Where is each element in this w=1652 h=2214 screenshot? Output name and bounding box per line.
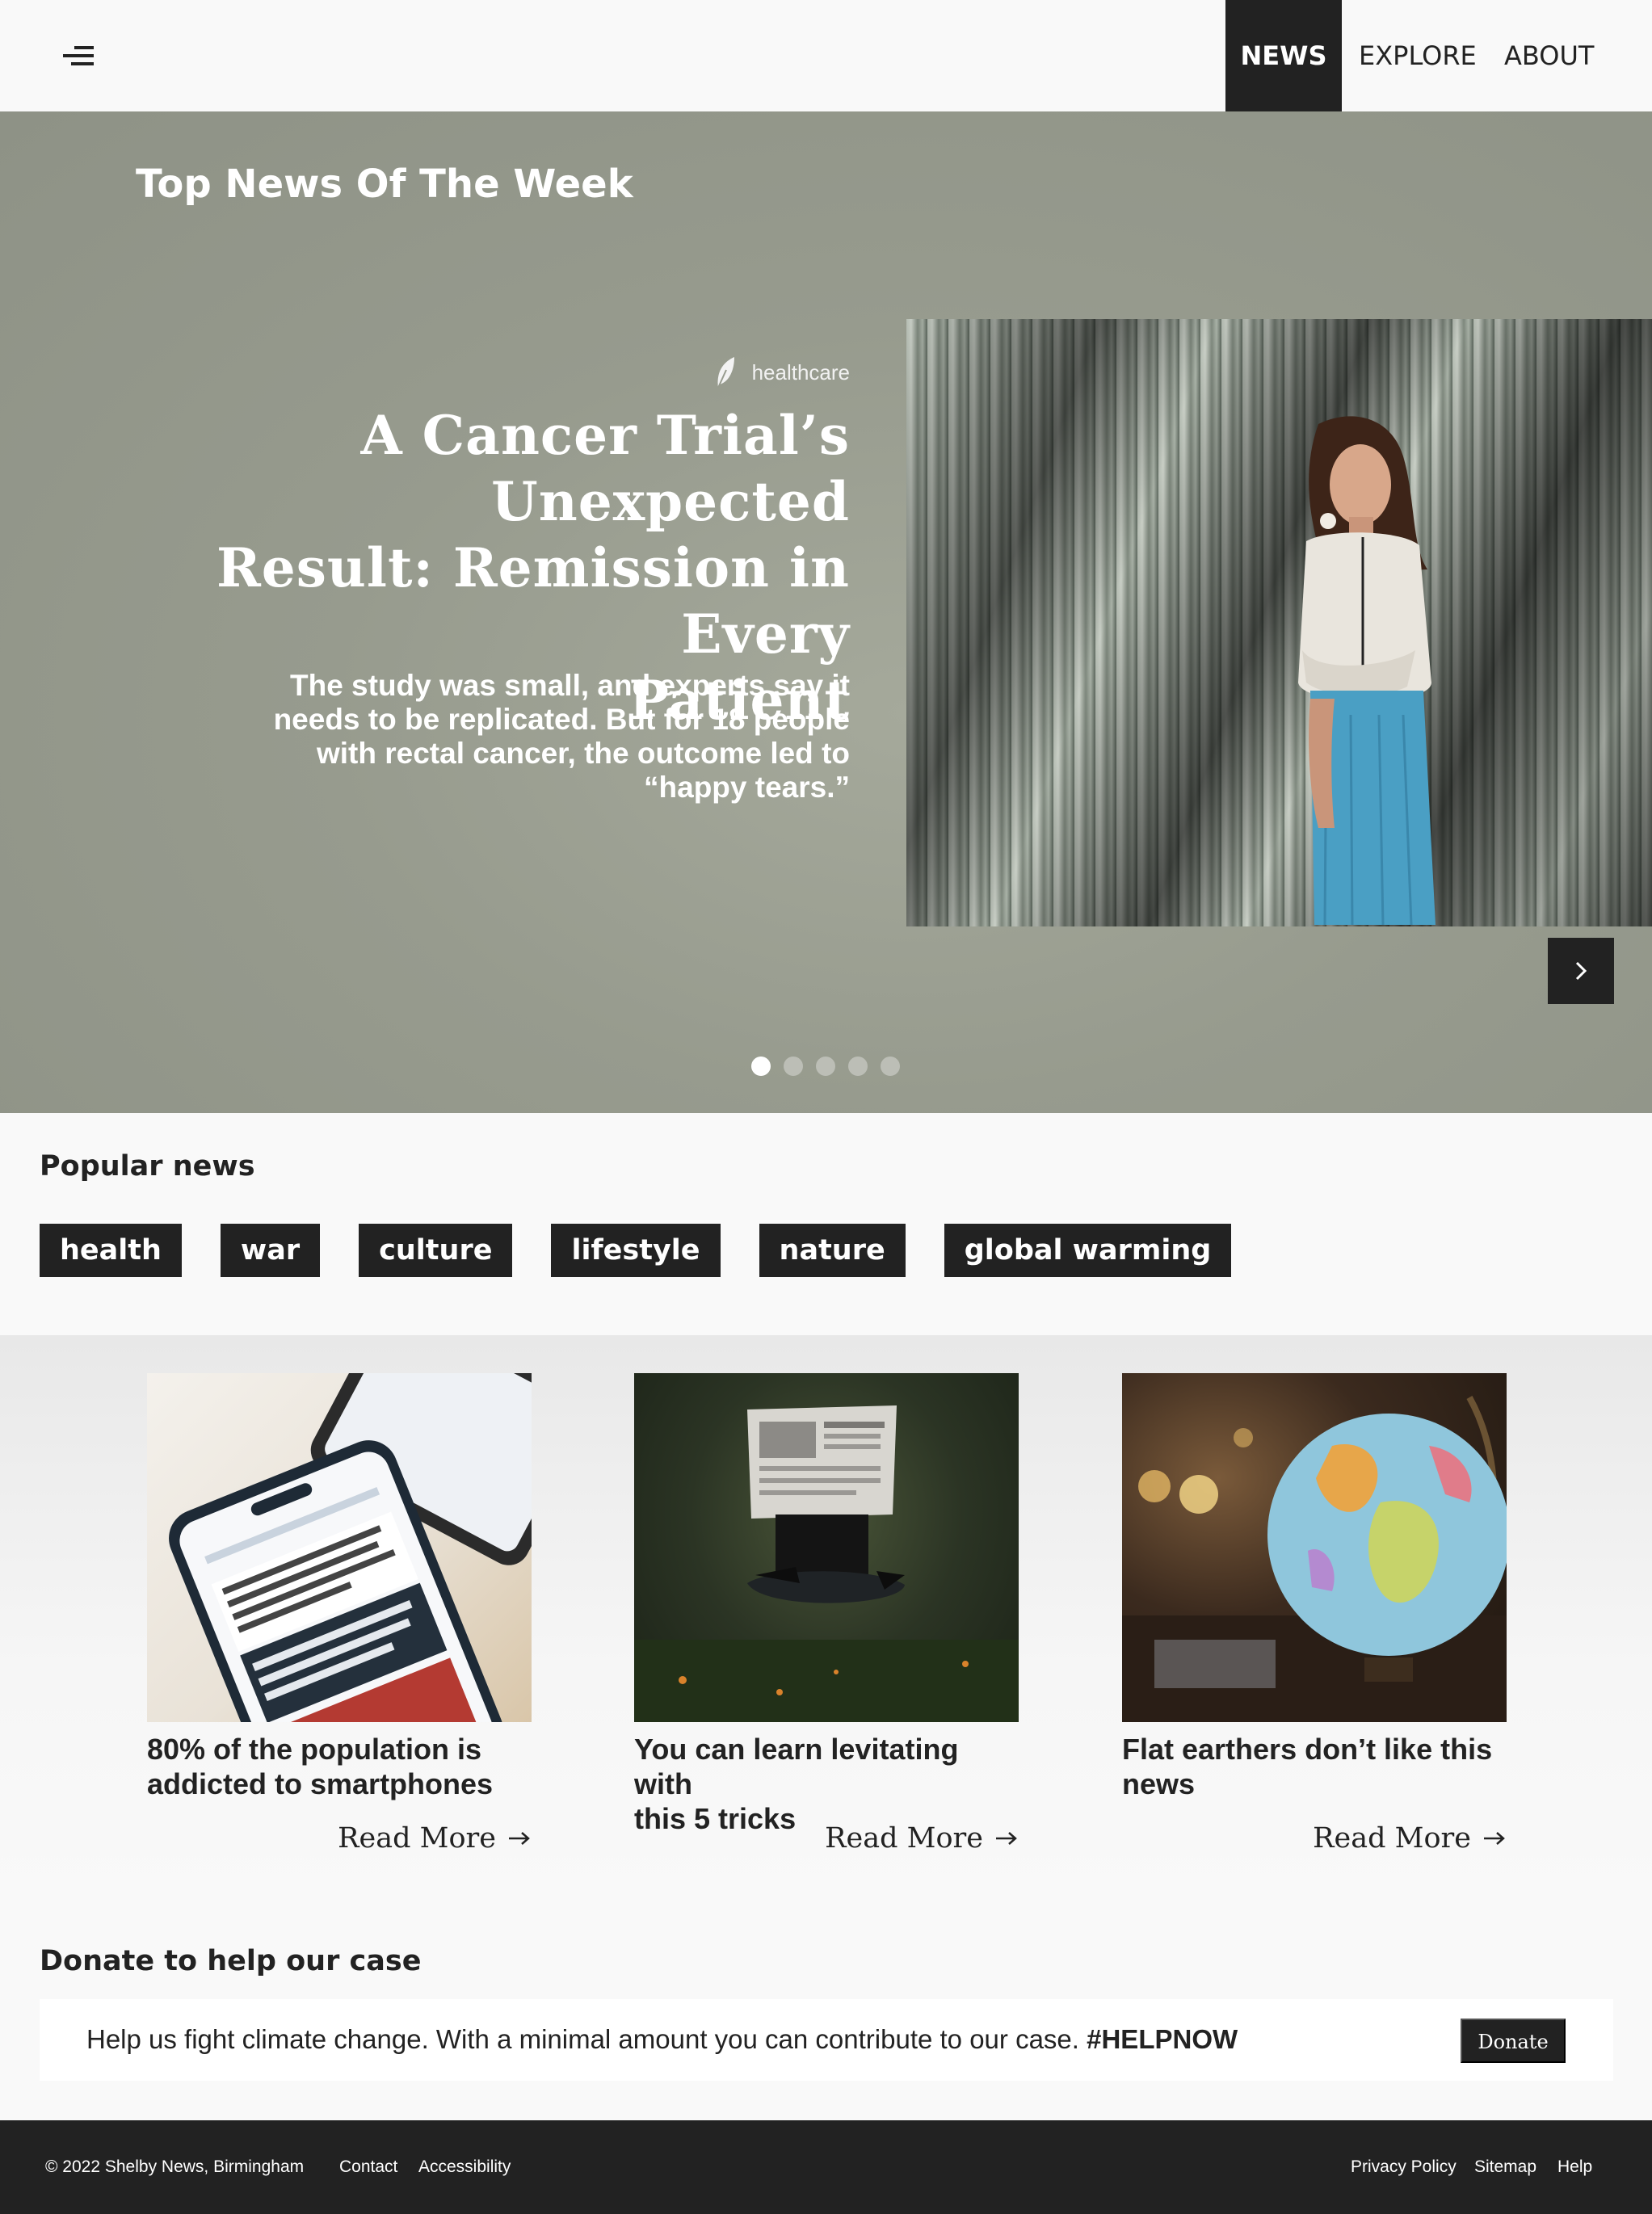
arrow-right-icon [1484,1832,1505,1845]
read-more-label: Read More [825,1822,983,1855]
hero-headline-line: A Cancer Trial’s Unexpected [360,404,850,533]
read-more-label: Read More [1313,1822,1471,1855]
popular-tags: health war culture lifestyle nature glob… [40,1224,1232,1277]
hero-summary: The study was small, and experts say it … [242,669,850,805]
hero-headline-line: Result: Remission in Every [216,536,850,666]
hero-category[interactable]: healthcare [715,355,850,389]
footer-copyright: © 2022 Shelby News, Birmingham [45,2157,305,2176]
top-navigation: NEWS EXPLORE ABOUT [0,0,1652,111]
arrow-right-icon [996,1832,1017,1845]
nav-item-news[interactable]: NEWS [1225,0,1342,111]
tag-war[interactable]: war [220,1224,321,1277]
tag-nature[interactable]: nature [759,1224,906,1277]
tag-global-warming[interactable]: global warming [944,1224,1232,1277]
hero-summary-line: with rectal cancer, the outcome led to [316,737,850,770]
article-title-line: Flat earthers don’t like this [1122,1733,1493,1766]
footer-link-privacy-policy[interactable]: Privacy Policy [1351,2157,1457,2177]
globe-image[interactable] [1122,1373,1507,1722]
tag-health[interactable]: health [40,1224,182,1277]
donate-hashtag: #HELPNOW [1087,2024,1238,2054]
footer-link-accessibility[interactable]: Accessibility [418,2157,511,2177]
article-title-line: You can learn levitating with [634,1733,959,1800]
hamburger-menu-icon[interactable] [61,44,94,67]
read-more-link[interactable]: Read More [338,1822,532,1855]
footer-link-sitemap[interactable]: Sitemap [1474,2157,1536,2177]
article-card: You can learn levitating with this 5 tri… [634,1373,1019,1855]
donate-button[interactable]: Donate [1461,2019,1566,2063]
chevron-right-icon [1575,961,1587,981]
hero-summary-line: The study was small, and experts say it [290,669,850,702]
donate-banner: Help us fight climate change. With a min… [40,1999,1613,2081]
tag-lifestyle[interactable]: lifestyle [551,1224,721,1277]
article-title-line: 80% of the population is [147,1733,482,1766]
footer-link-help[interactable]: Help [1557,2157,1592,2177]
hero-image[interactable] [906,319,1652,926]
carousel-pagination [751,1057,900,1076]
carousel-dot[interactable] [881,1057,900,1076]
read-more-link[interactable]: Read More [825,1822,1019,1855]
article-card: Flat earthers don’t like this news Read … [1122,1373,1507,1855]
leaf-icon [717,357,734,389]
donate-message-text: Help us fight climate change. With a min… [86,2024,1079,2054]
carousel-dot[interactable] [816,1057,835,1076]
hero-carousel: Top News Of The Week healthcare A Cancer… [0,111,1652,1113]
hero-category-label: healthcare [751,359,850,384]
carousel-dot[interactable] [751,1057,771,1076]
article-title-line: this 5 tricks [634,1802,797,1835]
article-title-line: addicted to smartphones [147,1767,494,1800]
hero-section-title: Top News Of The Week [136,162,633,207]
hero-summary-line: “happy tears.” [644,771,850,804]
footer: © 2022 Shelby News, Birmingham Contact A… [0,2120,1652,2214]
article-title[interactable]: 80% of the population is addicted to sma… [147,1732,532,1801]
nav-item-about[interactable]: ABOUT [1504,0,1594,111]
smartphone-image[interactable] [147,1373,532,1722]
article-title[interactable]: You can learn levitating with this 5 tri… [634,1732,1019,1836]
donate-message: Help us fight climate change. With a min… [86,2024,1238,2055]
nav-item-explore[interactable]: EXPLORE [1359,0,1477,111]
arrow-right-icon [509,1832,530,1845]
carousel-next-button[interactable] [1548,938,1614,1004]
levitating-reader-illustration [634,1405,1019,1722]
read-more-link[interactable]: Read More [1313,1822,1507,1855]
tag-culture[interactable]: culture [359,1224,513,1277]
globe-illustration [1122,1396,1507,1722]
article-title-line: news [1122,1767,1196,1800]
hero-summary-line: needs to be replicated. But for 18 peopl… [273,703,850,736]
carousel-dot[interactable] [848,1057,868,1076]
popular-news-heading: Popular news [40,1150,255,1183]
read-more-label: Read More [338,1822,496,1855]
carousel-dot[interactable] [784,1057,803,1076]
article-title[interactable]: Flat earthers don’t like this news [1122,1732,1507,1801]
woman-portrait-illustration [1298,416,1436,925]
levitating-reader-image[interactable] [634,1373,1019,1722]
smartphone-illustration [169,1373,532,1722]
footer-link-contact[interactable]: Contact [339,2157,397,2177]
article-card: 80% of the population is addicted to sma… [147,1373,532,1855]
donate-heading: Donate to help our case [40,1945,422,1977]
